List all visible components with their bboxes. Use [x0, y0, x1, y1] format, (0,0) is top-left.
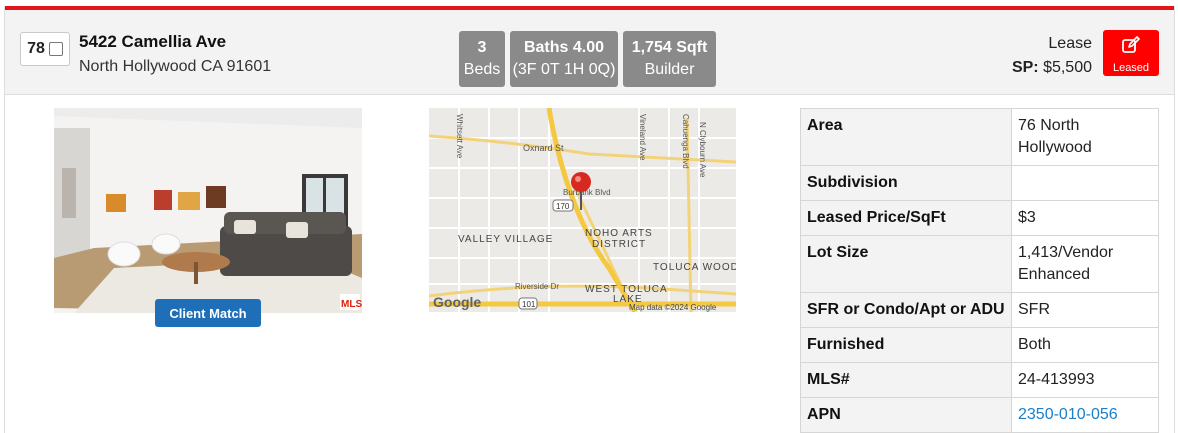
sqft-source: Builder — [644, 61, 695, 78]
detail-value: 1,413/Vendor Enhanced — [1011, 235, 1159, 293]
table-row: Furnished Both — [800, 327, 1159, 363]
listing-select[interactable]: 78 — [20, 32, 70, 66]
map-label-whitsett: Whitsett Ave — [455, 114, 464, 159]
map-image: Whitsett Ave Oxnard St Vineland Ave Cahu… — [429, 108, 736, 312]
edit-icon — [1122, 36, 1140, 53]
detail-key: MLS# — [800, 362, 1012, 398]
detail-key: Subdivision — [800, 165, 1012, 201]
map-label-clybourn: N Clybourn Ave — [698, 122, 707, 178]
table-row: Subdivision — [800, 165, 1159, 201]
map-attribution: Map data ©2024 Google — [629, 303, 717, 312]
detail-value: 76 North Hollywood — [1011, 108, 1159, 166]
table-row: APN 2350-010-056 — [800, 397, 1159, 433]
svg-text:MLS: MLS — [341, 299, 362, 310]
listing-type: Lease — [1048, 35, 1092, 52]
price-label: SP: — [1011, 59, 1039, 76]
apn-link[interactable]: 2350-010-056 — [1018, 406, 1118, 423]
beds-value: 3 — [477, 39, 487, 56]
detail-key: Furnished — [800, 327, 1012, 363]
table-row: Area 76 North Hollywood — [800, 108, 1159, 166]
table-row: MLS# 24-413993 — [800, 362, 1159, 398]
city-line: North Hollywood CA 91601 — [79, 58, 272, 75]
map-label-noho: NOHO ARTS — [585, 228, 653, 239]
detail-value: $3 — [1011, 200, 1159, 236]
map-label-toluca-wood: TOLUCA WOOD — [653, 262, 736, 273]
beds-badge: 3 Beds — [459, 31, 505, 87]
map-label-valley-village: VALLEY VILLAGE — [458, 234, 553, 245]
detail-key: Area — [800, 108, 1012, 166]
map-label-oxnard: Oxnard St — [523, 143, 564, 153]
listing-header: 78 5422 Camellia Ave North Hollywood CA … — [5, 10, 1174, 95]
table-row: SFR or Condo/Apt or ADU SFR — [800, 292, 1159, 328]
street-address[interactable]: 5422 Camellia Ave — [79, 32, 226, 52]
listing-photo[interactable]: MLS — [54, 108, 362, 313]
listing-index: 78 — [27, 40, 45, 57]
baths-detail: (3F 0T 1H 0Q) — [512, 61, 616, 78]
map-shield-101: 101 — [522, 300, 536, 309]
detail-value — [1011, 165, 1159, 201]
client-match-button[interactable]: Client Match — [155, 299, 261, 327]
living-room-image: MLS — [54, 108, 362, 313]
listing-card: 78 5422 Camellia Ave North Hollywood CA … — [4, 6, 1175, 433]
sqft-badge: 1,754 Sqft Builder — [623, 31, 716, 87]
table-row: Leased Price/SqFt $3 — [800, 200, 1159, 236]
map-label-district: DISTRICT — [592, 239, 646, 250]
detail-key: Lot Size — [800, 235, 1012, 293]
detail-key: APN — [800, 397, 1012, 433]
map-label-cahuenga: Cahuenga Blvd — [681, 114, 690, 169]
detail-key: SFR or Condo/Apt or ADU — [800, 292, 1012, 328]
detail-value: SFR — [1011, 292, 1159, 328]
location-map[interactable]: Whitsett Ave Oxnard St Vineland Ave Cahu… — [429, 108, 736, 312]
price-block: Lease SP: $5,500 — [1012, 32, 1092, 80]
leased-label: Leased — [1112, 62, 1150, 74]
sold-price: $5,500 — [1043, 59, 1092, 76]
beds-label: Beds — [463, 61, 501, 78]
baths-value: Baths 4.00 — [523, 39, 605, 56]
map-shield-170: 170 — [556, 202, 570, 211]
google-logo: Google — [433, 294, 481, 310]
detail-key: Leased Price/SqFt — [800, 200, 1012, 236]
leased-button[interactable]: Leased — [1103, 30, 1159, 76]
sqft-value: 1,754 Sqft — [631, 39, 708, 56]
details-table: Area 76 North Hollywood Subdivision Lease… — [800, 108, 1159, 433]
select-checkbox[interactable] — [48, 42, 63, 56]
detail-value: 24-413993 — [1011, 362, 1159, 398]
map-label-vineland: Vineland Ave — [638, 114, 647, 161]
map-label-riverside: Riverside Dr — [515, 282, 559, 291]
table-row: Lot Size 1,413/Vendor Enhanced — [800, 235, 1159, 293]
baths-badge: Baths 4.00 (3F 0T 1H 0Q) — [510, 31, 618, 87]
detail-value: Both — [1011, 327, 1159, 363]
